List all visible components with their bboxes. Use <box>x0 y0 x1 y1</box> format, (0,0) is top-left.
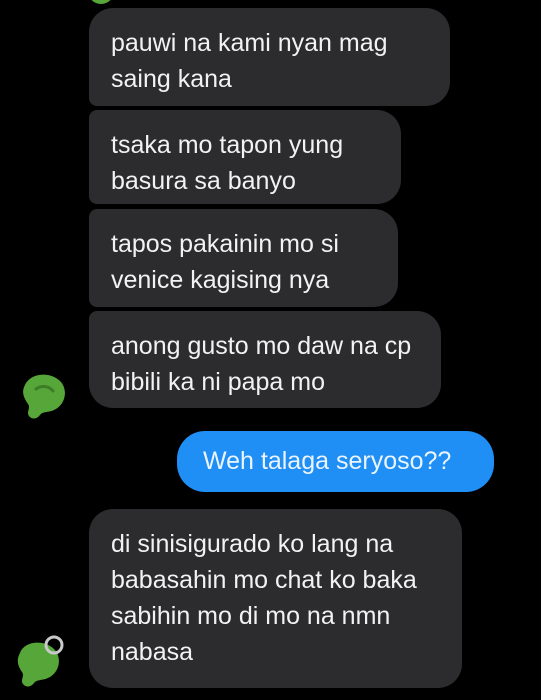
message-text: anong gusto mo daw na cp bibili ka ni pa… <box>111 332 412 396</box>
message-text: tapos pakainin mo si venice kagising nya <box>111 230 339 294</box>
message-text: tsaka mo tapon yung basura sa banyo <box>111 131 344 195</box>
green-leaf-avatar-icon <box>17 635 64 687</box>
partial-avatar-top-edge <box>88 0 114 4</box>
outgoing-message-1[interactable]: Weh talaga seryoso?? <box>177 431 494 492</box>
green-leaf-avatar-icon <box>23 374 65 419</box>
incoming-message-2[interactable]: tsaka mo tapon yung basura sa banyo <box>89 110 401 204</box>
message-thread: pauwi na kami nyan mag saing kana tsaka … <box>0 0 541 700</box>
message-text: Weh talaga seryoso?? <box>203 447 452 475</box>
message-text: pauwi na kami nyan mag saing kana <box>111 29 388 93</box>
sender-avatar[interactable] <box>10 633 64 687</box>
incoming-message-5[interactable]: di sinisigurado ko lang na babasahin mo … <box>89 509 462 688</box>
sender-avatar[interactable] <box>16 367 65 419</box>
incoming-message-4[interactable]: anong gusto mo daw na cp bibili ka ni pa… <box>89 311 441 408</box>
message-text: di sinisigurado ko lang na babasahin mo … <box>111 530 417 666</box>
incoming-message-1[interactable]: pauwi na kami nyan mag saing kana <box>89 8 450 106</box>
incoming-message-3[interactable]: tapos pakainin mo si venice kagising nya <box>89 209 398 307</box>
